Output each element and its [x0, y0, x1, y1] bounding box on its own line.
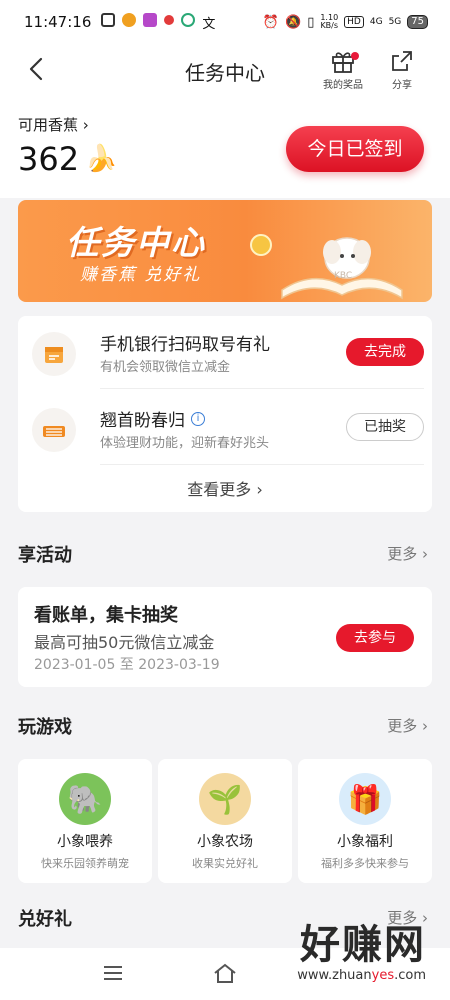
coin-icon [250, 234, 272, 256]
taobao-notification-icon [143, 12, 158, 27]
activity-date: 2023-01-05 至 2023-03-19 [34, 657, 220, 673]
divider [100, 388, 424, 389]
chevron-right-icon: › [82, 116, 89, 134]
watermark-url: www.zhuanyes.com [297, 968, 426, 983]
join-button[interactable]: 去参与 [336, 624, 414, 652]
available-bananas-label: 可用香蕉 [18, 116, 79, 134]
status-bar: 11:47:16 文 ⏰ 🔕 ▯ 1.10 KB/s HD 4G 5G 75 [0, 0, 450, 44]
divider [100, 464, 424, 465]
mute-icon: 🔕 [285, 14, 302, 30]
game-name: 小象农场 [197, 834, 253, 850]
mascot-text: KBC [334, 271, 352, 281]
game-desc: 快来乐园领养萌宠 [41, 857, 129, 870]
see-more-tasks-link[interactable]: 查看更多 › [18, 476, 432, 500]
game-card-farm[interactable]: 🌱 小象农场 收果实兑好礼 [158, 759, 292, 883]
gallery-notification-icon [101, 12, 116, 27]
task-name: 翘首盼春归 i [100, 406, 205, 431]
task-name: 手机银行扫码取号有礼 [100, 335, 270, 355]
app-notification-icon [181, 12, 196, 27]
watermark-text: 好赚网 [300, 922, 426, 968]
chevron-right-icon: › [422, 545, 428, 563]
more-games-link[interactable]: 更多 › [387, 715, 428, 736]
banner-subtitle: 赚香蕉 兑好礼 [80, 265, 202, 285]
more-label: 更多 [387, 717, 418, 735]
alarm-icon: ⏰ [262, 14, 279, 30]
activity-desc: 最高可抽50元微信立减金 [34, 633, 215, 652]
site-watermark: 好赚网 www.zhuanyes.com [297, 912, 426, 983]
see-more-label: 查看更多 [187, 480, 252, 499]
battery-indicator: 75 [407, 15, 428, 29]
my-prizes-label: 我的奖品 [323, 80, 363, 91]
calendar-icon [32, 332, 76, 376]
app-header: 任务中心 我的奖品 分享 [0, 44, 450, 98]
game-name: 小象喂养 [57, 834, 113, 850]
banana-count-value: 362 [18, 140, 80, 178]
menu-icon[interactable] [102, 964, 124, 982]
task-desc: 有机会领取微信立减金 [100, 360, 231, 375]
clock: 11:47:16 [24, 13, 92, 31]
flower-notification-icon [164, 14, 175, 25]
task-item: 手机银行扫码取号有礼 有机会领取微信立减金 去完成 [18, 316, 432, 392]
info-icon[interactable]: i [191, 411, 205, 426]
task-center-banner[interactable]: 任务中心 赚香蕉 兑好礼 KBC [18, 200, 432, 302]
elephant-feeding-icon: 🐘 [59, 773, 111, 825]
more-label: 更多 [387, 545, 418, 563]
task-item: 翘首盼春归 i 体验理财功能，迎新春好兆头 已抽奖 [18, 392, 432, 468]
go-complete-button[interactable]: 去完成 [346, 338, 424, 366]
activities-section-header: 享活动 更多 › [18, 541, 432, 569]
network-speed: 1.10 KB/s [320, 13, 339, 30]
chevron-right-icon: › [422, 717, 428, 735]
vibrate-icon: ▯ [307, 14, 315, 30]
banana-count: 362 🍌 [18, 140, 117, 178]
game-desc: 收果实兑好礼 [192, 857, 258, 870]
already-drawn-button[interactable]: 已抽奖 [346, 413, 424, 441]
banana-icon: 🍌 [85, 144, 118, 174]
chevron-right-icon: › [256, 480, 263, 499]
more-activities-link[interactable]: 更多 › [387, 543, 428, 564]
activity-title: 看账单，集卡抽奖 [34, 605, 178, 626]
section-title: 玩游戏 [18, 717, 72, 738]
share-icon [392, 51, 412, 71]
game-name: 小象福利 [337, 834, 393, 850]
task-desc: 体验理财功能，迎新春好兆头 [100, 436, 270, 451]
game-card-feeding[interactable]: 🐘 小象喂养 快来乐园领养萌宠 [18, 759, 152, 883]
elephant-welfare-icon: 🎁 [339, 773, 391, 825]
banner-title: 任务中心 [66, 223, 206, 262]
notification-dot [351, 52, 359, 60]
games-section-header: 玩游戏 更多 › [18, 713, 432, 741]
farm-plant-icon: 🌱 [199, 773, 251, 825]
section-title: 享活动 [18, 545, 72, 566]
hd-badge: HD [344, 16, 364, 28]
share-button[interactable]: 分享 [377, 48, 427, 91]
system-status: ⏰ 🔕 ▯ 1.10 KB/s HD 4G 5G 75 [263, 14, 428, 30]
game-desc: 福利多多快来参与 [321, 857, 409, 870]
games-grid: 🐘 小象喂养 快来乐园领养萌宠 🌱 小象农场 收果实兑好礼 🎁 小象福利 福利多… [18, 759, 432, 883]
game-card-welfare[interactable]: 🎁 小象福利 福利多多快来参与 [298, 759, 432, 883]
signed-in-button[interactable]: 今日已签到 [286, 126, 424, 172]
home-icon[interactable] [212, 962, 238, 984]
signal-4g: 4G [369, 17, 383, 27]
balance-section: 可用香蕉 › 362 🍌 今日已签到 [0, 98, 450, 198]
task-name-text: 翘首盼春归 [100, 411, 185, 431]
available-bananas-link[interactable]: 可用香蕉 › [18, 114, 89, 135]
activity-card[interactable]: 看账单，集卡抽奖 最高可抽50元微信立减金 2023-01-05 至 2023-… [18, 587, 432, 687]
translate-notification-icon: 文 [202, 16, 216, 32]
section-title: 兑好礼 [18, 909, 72, 930]
mascot-book-illustration: KBC [281, 237, 403, 300]
gift-box-icon [32, 408, 76, 452]
weibo-notification-icon [122, 12, 137, 27]
notification-icons: 文 [101, 12, 216, 32]
signal-5g: 5G [388, 17, 402, 27]
my-prizes-button[interactable]: 我的奖品 [318, 48, 368, 91]
share-label: 分享 [392, 80, 412, 91]
task-list-card: 手机银行扫码取号有礼 有机会领取微信立减金 去完成 翘首盼春归 i 体验理财功能，… [18, 316, 432, 512]
